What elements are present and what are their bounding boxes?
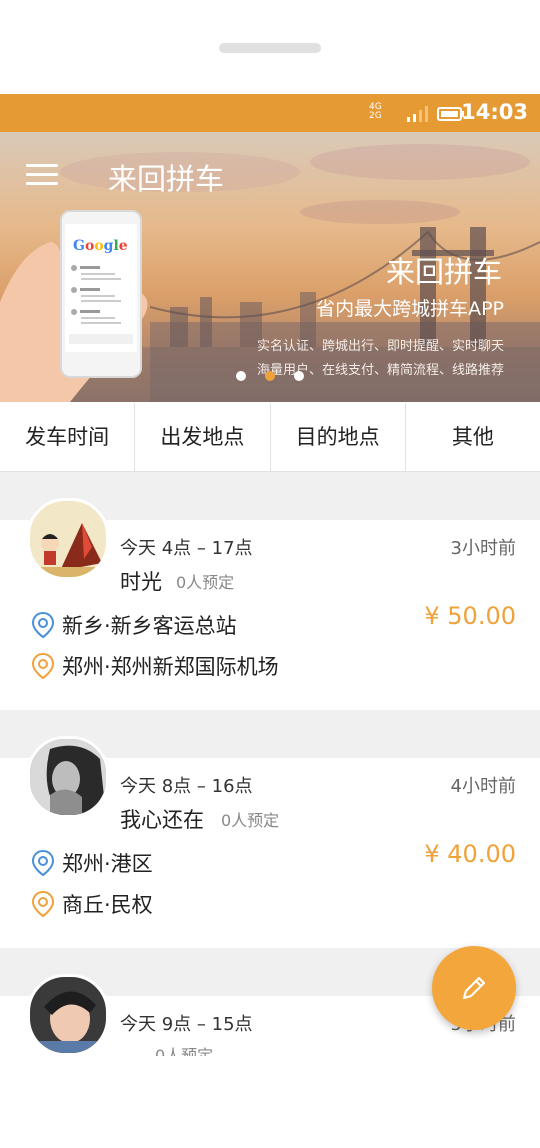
signal-icon (407, 106, 428, 122)
booked-count: 0人预定 (176, 573, 235, 592)
origin-pin-icon (31, 849, 55, 877)
network-indicator: 4G 2G (369, 102, 382, 121)
ride-time-range: 今天 4点 – 17点 (120, 538, 253, 559)
phone-logo: Google (73, 238, 128, 254)
app-title: 来回拼车 (108, 162, 225, 196)
driver-name: 我心还在 (120, 808, 204, 832)
filter-departure-time[interactable]: 发车时间 (0, 403, 136, 471)
filter-bar: 发车时间 出发地点 目的地点 其他 (0, 403, 540, 472)
filter-destination[interactable]: 目的地点 (271, 403, 406, 471)
origin-location: 郑州·港区 (62, 852, 153, 876)
drag-handle[interactable] (219, 43, 321, 53)
ride-time-range: 今天 9点 – 15点 (120, 1014, 253, 1035)
ride-card[interactable]: 今天 8点 – 16点 4小时前 我心还在 0人预定 郑州·港区 ¥ 40.00… (0, 736, 540, 948)
carousel-indicator (236, 371, 306, 383)
post-ride-button[interactable] (432, 946, 516, 1030)
origin-pin-icon (31, 611, 55, 639)
destination-pin-icon (31, 652, 55, 680)
carousel-dot-active[interactable] (265, 371, 275, 381)
ride-price: ¥ 40.00 (424, 840, 516, 868)
menu-button[interactable] (26, 164, 58, 188)
destination-location: 商丘·民权 (62, 893, 153, 917)
filter-other[interactable]: 其他 (406, 403, 540, 471)
clock: 14:03 (461, 100, 528, 124)
avatar[interactable] (27, 736, 109, 818)
phone-list-image (69, 265, 133, 344)
driver-name: 时光 (120, 570, 162, 594)
ride-posted-ago: 4小时前 (450, 776, 516, 797)
pencil-icon (462, 976, 486, 1000)
status-bar: 4G 2G 14:03 (0, 94, 540, 132)
carousel-dot[interactable] (236, 371, 246, 381)
phone-mockup: Google (60, 210, 142, 378)
promo-banner[interactable]: 来回拼车 Google 来回拼车 省内最大跨城拼车APP 实名认证、跨城出行、即… (0, 132, 540, 402)
clipped-row: 0人预定 (0, 1042, 540, 1056)
booked-count: 0人预定 (221, 811, 280, 830)
ride-price: ¥ 50.00 (424, 602, 516, 630)
booked-count: 0人预定 (155, 1046, 214, 1056)
origin-location: 新乡·新乡客运总站 (62, 614, 237, 638)
avatar[interactable] (27, 498, 109, 580)
carousel-dot[interactable] (294, 371, 304, 381)
promo-title: 来回拼车 (385, 255, 502, 289)
filter-origin[interactable]: 出发地点 (135, 403, 271, 471)
ride-card[interactable]: 今天 4点 – 17点 3小时前 时光 0人预定 新乡·新乡客运总站 ¥ 50.… (0, 498, 540, 710)
promo-subtitle: 省内最大跨城拼车APP (316, 298, 504, 320)
promo-features-line-1: 实名认证、跨城出行、即时提醒、实时聊天 (256, 339, 504, 354)
destination-location: 郑州·郑州新郑国际机场 (62, 655, 279, 679)
ride-time-range: 今天 8点 – 16点 (120, 776, 253, 797)
ride-posted-ago: 3小时前 (450, 538, 516, 559)
destination-pin-icon (31, 890, 55, 918)
